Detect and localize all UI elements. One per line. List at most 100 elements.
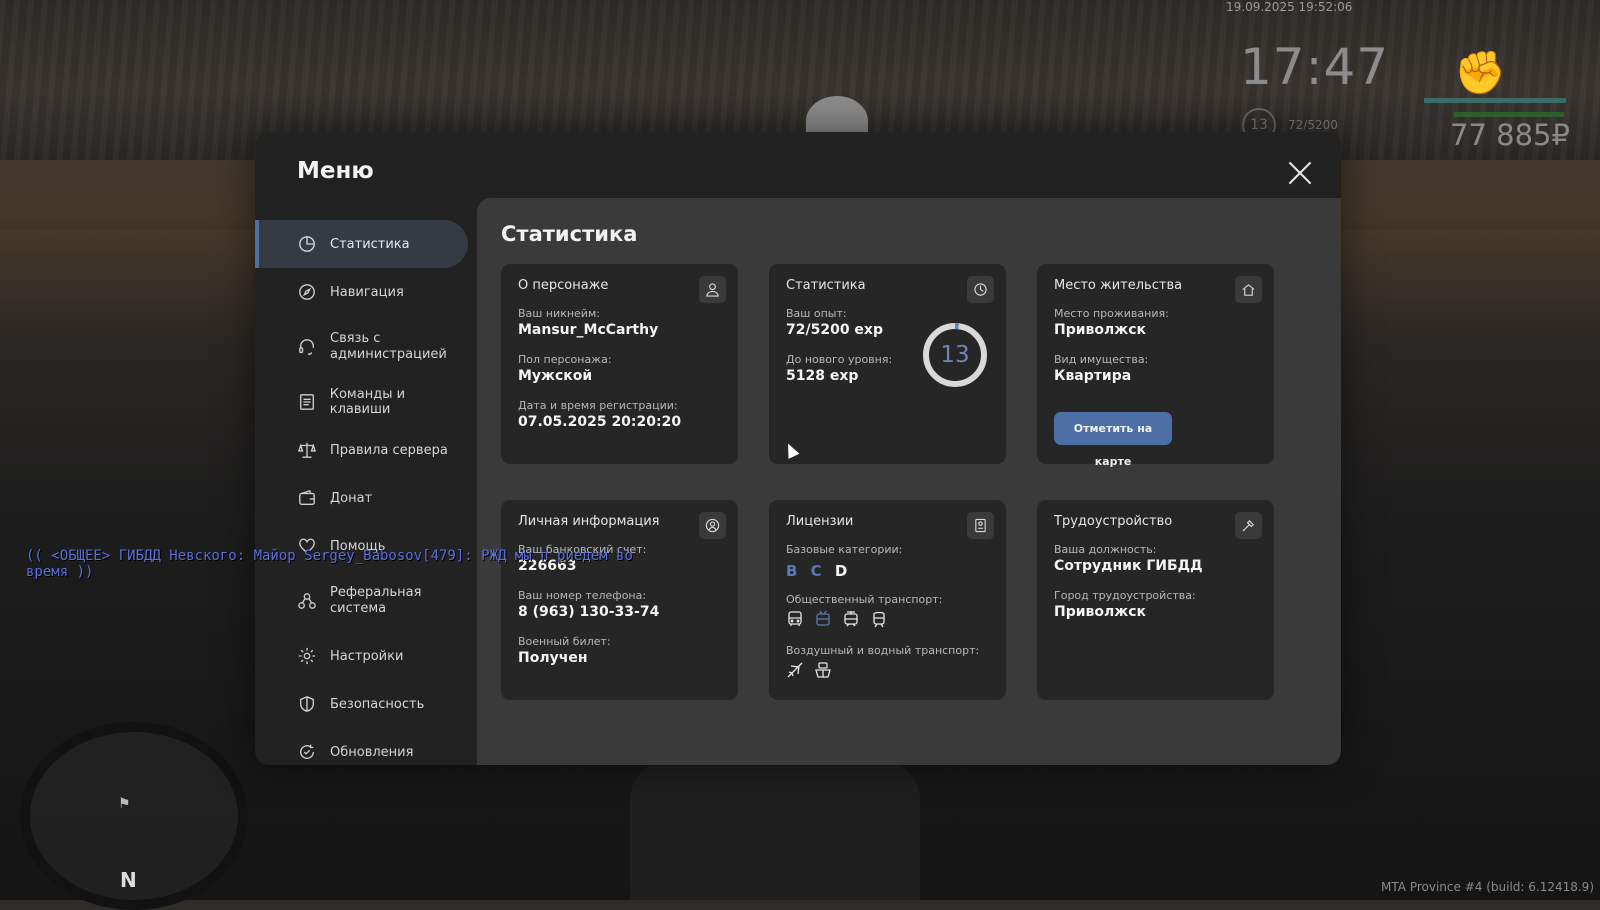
nickname-field: Ваш никнейм: Mansur_McCarthy: [518, 307, 658, 338]
property-label: Вид имущества:: [1054, 353, 1149, 366]
sidebar-item-label: Команды и клавиши: [329, 387, 406, 417]
sidebar-item-rules[interactable]: Правила сервера: [255, 426, 468, 474]
sidebar-item-commands[interactable]: Команды и клавиши: [255, 378, 468, 426]
health-bar: [1424, 98, 1566, 103]
level-ring: 13: [921, 321, 989, 389]
job-city-label: Город трудоустройства:: [1054, 589, 1196, 602]
sidebar-item-navigation[interactable]: Навигация: [255, 268, 468, 316]
chat-message: (( <ОБЩЕЕ> ГИБДД Невского: Майор Sergey_…: [26, 548, 633, 580]
position-label: Ваша должность:: [1054, 543, 1157, 556]
military-label: Военный билет:: [518, 635, 611, 648]
license-categories: B C D: [786, 562, 855, 580]
category-c: C: [810, 562, 822, 580]
card-title: Место жительства: [1054, 278, 1183, 293]
air-water-icons: [786, 661, 832, 679]
page-title: Статистика: [501, 222, 638, 246]
military-field: Военный билет: Получен: [518, 635, 611, 666]
menu-modal: Меню Статистика Навигация Связь с админи…: [255, 132, 1341, 765]
stats-card: Статистика Ваш опыт: 72/5200 exp До ново…: [769, 264, 1006, 464]
public-transport-icons: [786, 610, 888, 628]
menu-sidebar: Статистика Навигация Связь с администрац…: [255, 220, 468, 765]
card-title: Статистика: [786, 278, 866, 293]
fist-icon: ✊: [1454, 48, 1507, 97]
hud-datetime: 19.09.2025 19:52:06: [1226, 0, 1353, 14]
wallet-icon: [297, 488, 317, 508]
headset-icon: [297, 337, 317, 357]
scales-icon: [297, 440, 317, 460]
card-title: Лицензии: [786, 514, 854, 529]
flag-icon: ⚑: [118, 796, 131, 812]
next-level-label: До нового уровня:: [786, 353, 893, 366]
base-categories-label-field: Базовые категории:: [786, 543, 902, 556]
hud-money: 77 885₽: [1450, 118, 1570, 152]
personal-card: Личная информация Ваш банковский счет: 2…: [501, 500, 738, 700]
sidebar-item-statistics[interactable]: Статистика: [255, 220, 468, 268]
sidebar-item-admin-contact[interactable]: Связь с администрацией: [255, 316, 468, 378]
home-icon: [1235, 276, 1262, 303]
sidebar-item-donate[interactable]: Донат: [255, 474, 468, 522]
stats-panel: Статистика О персонаже Ваш никнейм: Mans…: [477, 198, 1341, 765]
profile-icon: [699, 512, 726, 539]
next-level-value: 5128 exp: [786, 368, 859, 384]
phone-field: Ваш номер телефона: 8 (963) 130-33-74: [518, 589, 659, 620]
place-label: Место проживания:: [1054, 307, 1169, 320]
sidebar-item-label: Настройки: [330, 648, 404, 664]
registration-label: Дата и время регистрации:: [518, 399, 678, 412]
trolleybus-icon: [816, 610, 830, 626]
boat-icon: [815, 662, 831, 678]
update-icon: [297, 742, 317, 762]
gear-icon: [297, 646, 317, 666]
place-field: Место проживания: Приволжск: [1054, 307, 1169, 338]
mark-on-map-button[interactable]: Отметить на карте: [1054, 412, 1172, 468]
hud-exp: 72/5200: [1288, 118, 1338, 132]
job-city-field: Город трудоустройства: Приволжск: [1054, 589, 1196, 620]
stats-icon: [297, 234, 317, 254]
armor-bar: [1454, 112, 1564, 117]
hud-clock: 17:47: [1240, 38, 1390, 96]
tools-icon: [1235, 512, 1262, 539]
sidebar-item-label: Обновления: [330, 744, 414, 760]
player-body: [630, 760, 920, 900]
category-d: D: [834, 562, 848, 580]
nickname-label: Ваш никнейм:: [518, 307, 600, 320]
license-icon: [967, 512, 994, 539]
gender-value: Мужской: [518, 368, 593, 384]
job-city-value: Приволжск: [1054, 604, 1147, 620]
nickname-value: Mansur_McCarthy: [518, 322, 659, 338]
minimap-north: N: [120, 868, 137, 892]
registration-field: Дата и время регистрации: 07.05.2025 20:…: [518, 399, 681, 430]
exp-field: Ваш опыт: 72/5200 exp: [786, 307, 883, 338]
clock-icon: [967, 276, 994, 303]
referral-icon: [297, 591, 317, 611]
category-b: B: [786, 562, 798, 580]
card-title: О персонаже: [518, 278, 609, 293]
employment-card: Трудоустройство Ваша должность: Сотрудни…: [1037, 500, 1274, 700]
position-field: Ваша должность: Сотрудник ГИБДД: [1054, 543, 1203, 574]
property-value: Квартира: [1054, 368, 1132, 384]
sidebar-item-updates[interactable]: Обновления: [255, 728, 468, 765]
build-info: MTA Province #4 (build: 6.12418.9): [1381, 880, 1594, 894]
registration-value: 07.05.2025 20:20:20: [518, 414, 682, 430]
exp-label: Ваш опыт:: [786, 307, 847, 320]
licenses-card: Лицензии Базовые категории: B C D Общест…: [769, 500, 1006, 700]
shield-icon: [297, 694, 317, 714]
base-categories-label: Базовые категории:: [786, 543, 903, 556]
sidebar-item-label: Связь с администрацией: [330, 331, 447, 362]
air-water-label-field: Воздушный и водный транспорт:: [786, 644, 979, 657]
menu-title: Меню: [297, 158, 374, 184]
gender-field: Пол персонажа: Мужской: [518, 353, 612, 384]
sidebar-item-label: Статистика: [330, 236, 410, 252]
sidebar-item-settings[interactable]: Настройки: [255, 632, 468, 680]
list-icon: [297, 392, 317, 412]
property-field: Вид имущества: Квартира: [1054, 353, 1148, 384]
air-water-label: Воздушный и водный транспорт:: [786, 644, 980, 657]
close-icon[interactable]: [1287, 160, 1313, 186]
sidebar-item-security[interactable]: Безопасность: [255, 680, 468, 728]
phone-label: Ваш номер телефона:: [518, 589, 647, 602]
exp-value: 72/5200 exp: [786, 322, 883, 338]
place-value: Приволжск: [1054, 322, 1147, 338]
sidebar-item-label: Донат: [330, 490, 373, 506]
user-icon: [699, 276, 726, 303]
sidebar-item-label: Правила сервера: [330, 442, 448, 458]
train-icon: [873, 611, 885, 628]
